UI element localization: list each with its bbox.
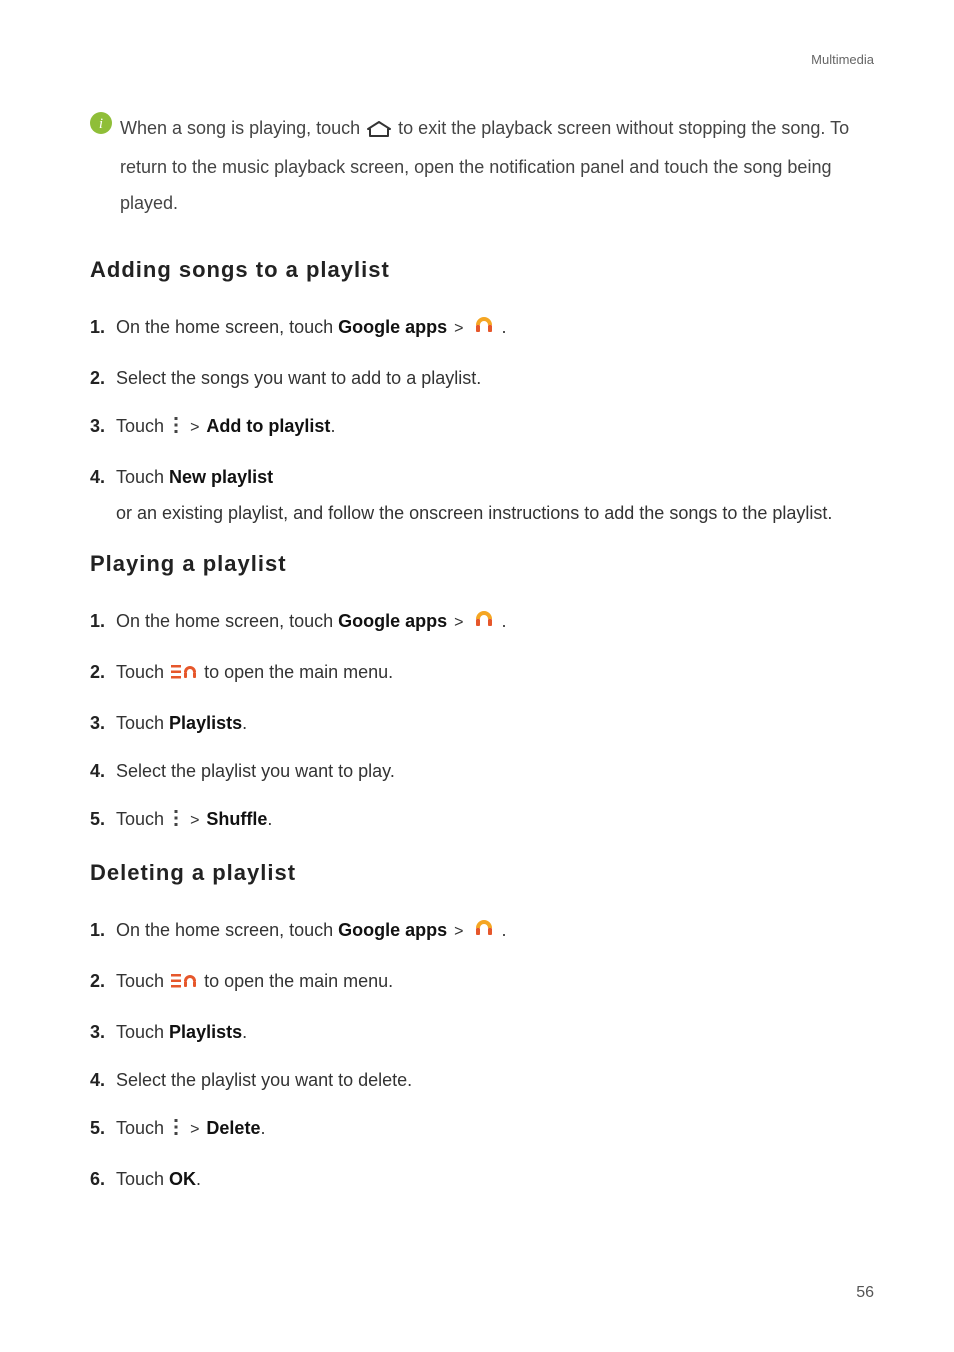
step: On the home screen, touch Google apps > … [90,603,874,642]
svg-text:i: i [99,116,103,132]
menu-headphones-icon [171,657,197,693]
step: Select the playlist you want to delete. [90,1062,874,1098]
step: Select the playlist you want to play. [90,753,874,789]
heading-playing: Playing a playlist [90,551,874,577]
step: Touch to open the main menu. [90,963,874,1002]
steps-deleting: On the home screen, touch Google apps > … [90,912,874,1197]
heading-adding: Adding songs to a playlist [90,257,874,283]
steps-adding: On the home screen, touch Google apps > … [90,309,874,531]
play-music-icon [473,606,495,642]
step: Touch Playlists. [90,705,874,741]
more-vert-icon [171,411,181,447]
step: On the home screen, touch Google apps > … [90,309,874,348]
heading-deleting: Deleting a playlist [90,860,874,886]
home-outline-icon [367,113,391,149]
steps-playing: On the home screen, touch Google apps > … [90,603,874,840]
info-note: i When a song is playing, touch to exit … [90,110,874,221]
step: Touch > Delete. [90,1110,874,1149]
page-number: 56 [856,1284,874,1302]
step: Touch New playlist or an existing playli… [90,459,874,531]
step: Touch > Add to playlist. [90,408,874,447]
info-text-pre: When a song is playing, touch [120,118,365,138]
step: Touch OK. [90,1161,874,1197]
play-music-icon [473,915,495,951]
step: Touch to open the main menu. [90,654,874,693]
step: Touch > Shuffle. [90,801,874,840]
play-music-icon [473,312,495,348]
section-header: Multimedia [811,52,874,67]
more-vert-icon [171,1113,181,1149]
step: Touch Playlists. [90,1014,874,1050]
more-vert-icon [171,804,181,840]
step: Select the songs you want to add to a pl… [90,360,874,396]
step: On the home screen, touch Google apps > … [90,912,874,951]
info-icon: i [90,112,112,134]
menu-headphones-icon [171,966,197,1002]
